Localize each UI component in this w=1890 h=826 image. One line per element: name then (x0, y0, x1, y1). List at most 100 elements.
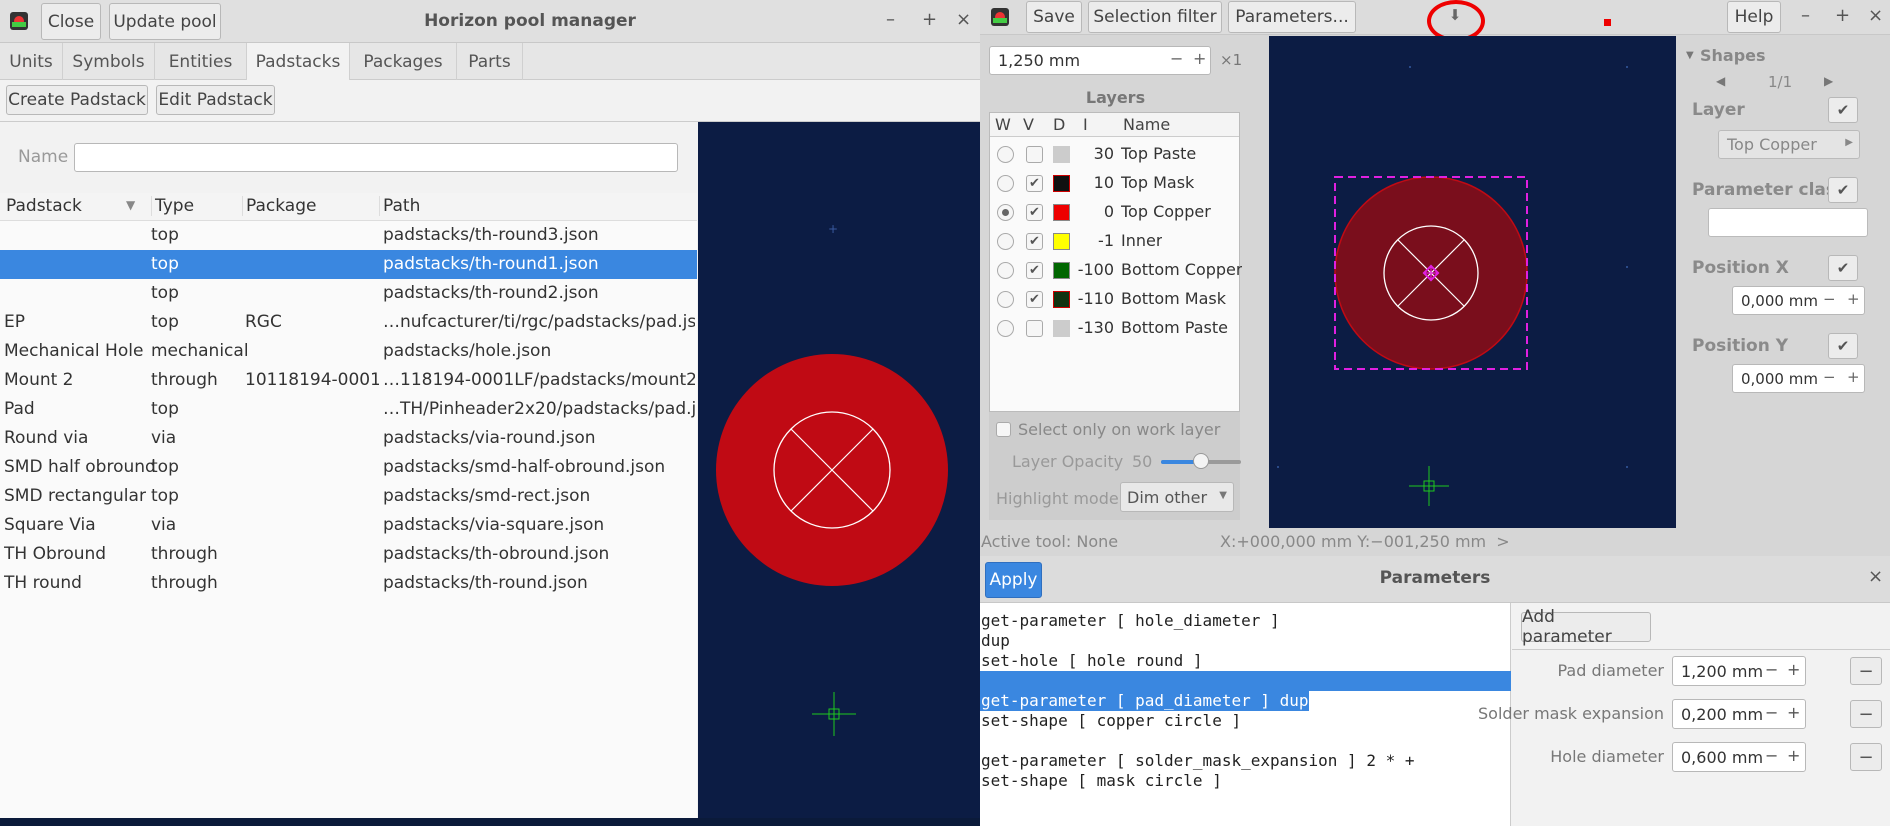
code-line[interactable]: get-parameter [ solder_mask_expansion ] … (980, 751, 1414, 771)
layer-row[interactable]: ✔ -100 Bottom Copper (990, 256, 1259, 285)
table-row[interactable]: SMD rectangular top padstacks/smd-rect.jso… (0, 482, 697, 511)
next-page-icon[interactable]: ▶ (1824, 74, 1833, 88)
maximize-icon[interactable]: + (922, 9, 937, 30)
table-row[interactable]: Square Via via padstacks/via-square.json (0, 511, 697, 540)
work-layer-radio[interactable] (997, 146, 1014, 163)
edit-padstack-button[interactable]: Edit Padstack (156, 85, 275, 115)
work-layer-radio[interactable] (997, 204, 1014, 221)
position-y-check-icon[interactable]: ✔ (1828, 333, 1858, 359)
layer-color-swatch[interactable] (1053, 320, 1070, 337)
layer-color-swatch[interactable] (1053, 204, 1070, 221)
layer-row[interactable]: ✔ -1 Inner (990, 227, 1259, 256)
code-editor[interactable]: get-parameter [ hole_diameter ] dup set-ho… (980, 603, 1511, 826)
table-row[interactable]: EP top RGC …nufcacturer/ti/rgc/padstacks/pa… (0, 308, 697, 337)
layer-select[interactable]: Top Copper ▶ (1718, 130, 1860, 159)
column-header-type[interactable]: Type (151, 196, 194, 216)
layer-color-swatch[interactable] (1053, 233, 1070, 250)
table-row[interactable]: Pad top …TH/Pinheader2x20/padstacks/pad.js… (0, 395, 697, 424)
position-x-field[interactable]: 0,000 mm − + (1732, 286, 1865, 315)
layer-row[interactable]: ✔ 0 Top Copper (990, 198, 1259, 227)
layer-row[interactable]: ✔ -110 Bottom Mask (990, 285, 1259, 314)
tab-parts[interactable]: Parts (457, 43, 523, 80)
layer-apply-check-icon[interactable]: ✔ (1828, 97, 1858, 123)
grid-multiplier[interactable]: ×1 (1220, 51, 1242, 69)
grid-increment-icon[interactable]: + (1193, 49, 1206, 68)
add-parameter-button[interactable]: Add parameter (1521, 607, 1651, 647)
column-header-package[interactable]: Package (242, 196, 316, 216)
code-line[interactable]: set-hole [ hole round ] (980, 651, 1203, 671)
remove-parameter-icon[interactable]: − (1850, 743, 1882, 771)
parameters-button[interactable]: Parameters... (1228, 1, 1356, 33)
layer-visible-checkbox[interactable]: ✔ (1026, 291, 1043, 308)
table-row[interactable]: Round via via padstacks/via-round.json (0, 424, 697, 453)
parameters-close-icon[interactable]: × (1868, 566, 1883, 587)
increment-icon[interactable]: + (1787, 746, 1800, 765)
code-line[interactable] (980, 731, 981, 751)
pos-x-increment-icon[interactable]: + (1847, 290, 1860, 308)
name-filter-input[interactable] (74, 143, 678, 172)
pos-y-increment-icon[interactable]: + (1847, 368, 1860, 386)
work-layer-radio[interactable] (997, 175, 1014, 192)
select-only-checkbox[interactable] (996, 422, 1011, 437)
table-row[interactable]: SMD half obround top padstacks/smd-half-ob… (0, 453, 697, 482)
decrement-icon[interactable]: − (1765, 660, 1778, 679)
close-icon[interactable]: × (956, 9, 971, 30)
editor-canvas[interactable] (1269, 36, 1676, 528)
help-button[interactable]: Help (1727, 1, 1781, 33)
table-row[interactable]: Mechanical Hole mechanical padstacks/hole.… (0, 337, 697, 366)
prev-page-icon[interactable]: ◀ (1716, 74, 1725, 88)
table-row[interactable]: TH round through padstacks/th-round.json (0, 569, 697, 598)
tab-entities[interactable]: Entities (155, 43, 247, 80)
layer-color-swatch[interactable] (1053, 175, 1070, 192)
remove-parameter-icon[interactable]: − (1850, 657, 1882, 685)
param-class-check-icon[interactable]: ✔ (1828, 177, 1858, 203)
update-pool-button[interactable]: Update pool (109, 3, 221, 40)
layer-visible-checkbox[interactable] (1026, 320, 1043, 337)
padstack-preview-canvas[interactable]: + (698, 122, 980, 826)
close-button[interactable]: Close (41, 3, 101, 40)
param-class-input[interactable] (1708, 208, 1868, 237)
apply-button[interactable]: Apply (985, 562, 1042, 598)
code-line[interactable]: dup (980, 631, 1010, 651)
column-header-padstack[interactable]: Padstack (6, 196, 82, 216)
table-row[interactable]: TH Obround through padstacks/th-obround.js… (0, 540, 697, 569)
grid-decrement-icon[interactable]: − (1170, 49, 1183, 68)
decrement-icon[interactable]: − (1765, 746, 1778, 765)
decrement-icon[interactable]: − (1765, 703, 1778, 722)
work-layer-radio[interactable] (997, 291, 1014, 308)
save-button[interactable]: Save (1026, 1, 1082, 33)
parameter-value-field[interactable]: 0,600 mm − + (1672, 742, 1806, 772)
code-line[interactable]: set-shape [ copper circle ] (980, 711, 1241, 731)
layer-row[interactable]: -130 Bottom Paste (990, 314, 1259, 343)
highlight-mode-select[interactable]: Dim other ▼ (1120, 482, 1234, 512)
parameter-value-field[interactable]: 0,200 mm − + (1672, 699, 1806, 729)
layer-row[interactable]: 30 Top Paste (990, 140, 1259, 169)
layer-color-swatch[interactable] (1053, 146, 1070, 163)
increment-icon[interactable]: + (1787, 660, 1800, 679)
create-padstack-button[interactable]: Create Padstack (6, 85, 148, 115)
layer-visible-checkbox[interactable]: ✔ (1026, 233, 1043, 250)
tab-units[interactable]: Units (0, 43, 63, 80)
layer-color-swatch[interactable] (1053, 262, 1070, 279)
tab-symbols[interactable]: Symbols (63, 43, 155, 80)
tab-padstacks[interactable]: Padstacks (247, 43, 350, 80)
table-row[interactable]: top padstacks/th-round3.json (0, 221, 697, 250)
layer-visible-checkbox[interactable]: ✔ (1026, 204, 1043, 221)
tab-packages[interactable]: Packages (350, 43, 457, 80)
layer-visible-checkbox[interactable]: ✔ (1026, 262, 1043, 279)
opacity-slider-knob[interactable] (1193, 453, 1209, 469)
layer-visible-checkbox[interactable] (1026, 146, 1043, 163)
editor-maximize-icon[interactable]: + (1835, 5, 1850, 26)
table-row[interactable]: top padstacks/th-round1.json (0, 250, 697, 279)
increment-icon[interactable]: + (1787, 703, 1800, 722)
table-row[interactable]: top padstacks/th-round2.json (0, 279, 697, 308)
opacity-slider[interactable] (1161, 453, 1241, 469)
code-line[interactable] (980, 671, 1511, 691)
pos-y-decrement-icon[interactable]: − (1823, 368, 1836, 386)
selection-filter-button[interactable]: Selection filter (1088, 1, 1222, 33)
pos-x-decrement-icon[interactable]: − (1823, 290, 1836, 308)
editor-minimize-icon[interactable]: – (1801, 5, 1810, 26)
editor-close-icon[interactable]: × (1868, 5, 1883, 26)
layer-visible-checkbox[interactable]: ✔ (1026, 175, 1043, 192)
parameter-value-field[interactable]: 1,200 mm − + (1672, 656, 1806, 686)
